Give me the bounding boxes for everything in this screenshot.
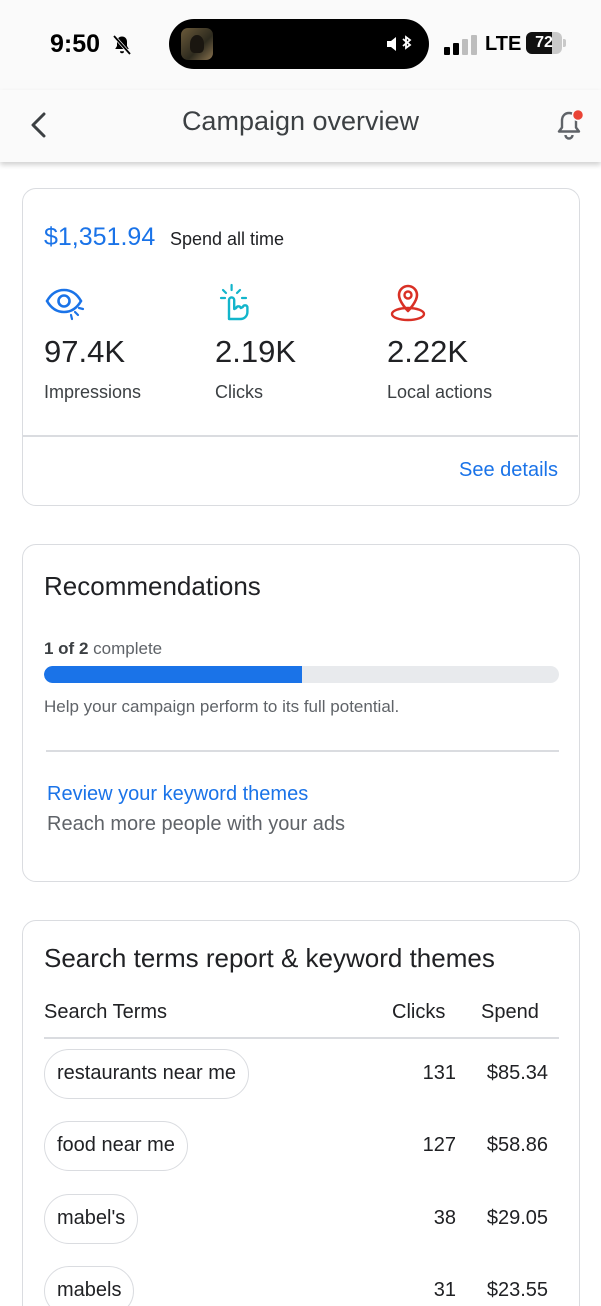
divider	[46, 750, 559, 752]
local-actions-label: Local actions	[387, 382, 493, 402]
status-bar: 9:50 LTE 72	[0, 0, 601, 90]
divider	[44, 1037, 559, 1039]
metric-clicks: 2.19K Clicks	[215, 281, 385, 411]
see-details-link[interactable]: See details	[459, 459, 558, 482]
recommendations-card: Recommendations 1 of 2 complete Help you…	[22, 544, 580, 882]
progress-bar-fill	[44, 666, 302, 683]
term-clicks: 38	[433, 1207, 456, 1229]
term-spend: $29.05	[486, 1207, 548, 1229]
table-row: mabel's 38 $29.05	[44, 1194, 559, 1246]
search-term-chip[interactable]: food near me	[44, 1121, 188, 1171]
impressions-value: 97.4K	[44, 334, 126, 369]
table-row: mabels 31 $23.55	[44, 1266, 559, 1306]
location-pin-icon	[390, 284, 426, 322]
divider	[23, 435, 578, 437]
impressions-label: Impressions	[44, 382, 142, 402]
search-term-chip[interactable]: restaurants near me	[44, 1049, 249, 1099]
app-bar: Campaign overview	[0, 90, 601, 162]
review-keyword-themes-link[interactable]: Review your keyword themes	[47, 783, 308, 806]
page-title: Campaign overview	[181, 106, 420, 136]
table-row: restaurants near me 131 $85.34	[44, 1049, 559, 1101]
recommendation-subtitle: Reach more people with your ads	[47, 813, 345, 835]
column-header-clicks: Clicks	[392, 1001, 446, 1023]
eye-icon	[45, 288, 85, 321]
progress-suffix: complete	[93, 639, 163, 658]
notification-bell-icon[interactable]	[550, 107, 588, 143]
search-terms-card: Search terms report & keyword themes Sea…	[22, 920, 580, 1306]
term-clicks: 127	[422, 1134, 456, 1156]
progress-bar	[44, 666, 559, 683]
recommendations-title: Recommendations	[44, 571, 261, 601]
speaker-bluetooth-icon	[387, 35, 412, 51]
cellular-signal-icon	[444, 35, 478, 55]
term-clicks: 131	[422, 1062, 456, 1084]
clock: 9:50	[50, 30, 101, 58]
column-header-spend: Spend	[481, 1001, 539, 1023]
battery-percent: 72	[535, 34, 553, 51]
progress-text: 1 of 2 complete	[44, 639, 162, 659]
spend-label: Spend all time	[170, 229, 285, 249]
metric-local-actions: 2.22K Local actions	[387, 281, 557, 411]
spend-amount: $1,351.94	[44, 223, 156, 251]
progress-count: 1 of 2	[44, 639, 89, 658]
local-actions-value: 2.22K	[387, 334, 469, 369]
term-clicks: 31	[433, 1279, 456, 1301]
column-header-search-terms: Search Terms	[44, 1001, 168, 1023]
clicks-value: 2.19K	[215, 334, 297, 369]
network-type: LTE	[485, 33, 522, 55]
term-spend: $23.55	[486, 1279, 548, 1301]
metric-impressions: 97.4K Impressions	[44, 281, 214, 411]
table-row: food near me 127 $58.86	[44, 1121, 559, 1173]
tap-icon	[219, 283, 249, 321]
bell-off-icon	[112, 34, 132, 56]
now-playing-artwork	[181, 28, 213, 60]
search-terms-title: Search terms report & keyword themes	[44, 943, 495, 973]
term-spend: $85.34	[486, 1062, 548, 1084]
dynamic-island[interactable]	[169, 19, 429, 69]
campaign-overview-card: $1,351.94 Spend all time 97.4K Impressio…	[22, 188, 580, 506]
search-term-chip[interactable]: mabel's	[44, 1194, 139, 1244]
search-term-chip[interactable]: mabels	[44, 1266, 135, 1306]
battery-icon: 72	[526, 32, 566, 54]
term-spend: $58.86	[486, 1134, 548, 1156]
clicks-label: Clicks	[215, 382, 263, 402]
progress-help-text: Help your campaign perform to its full p…	[44, 697, 400, 716]
